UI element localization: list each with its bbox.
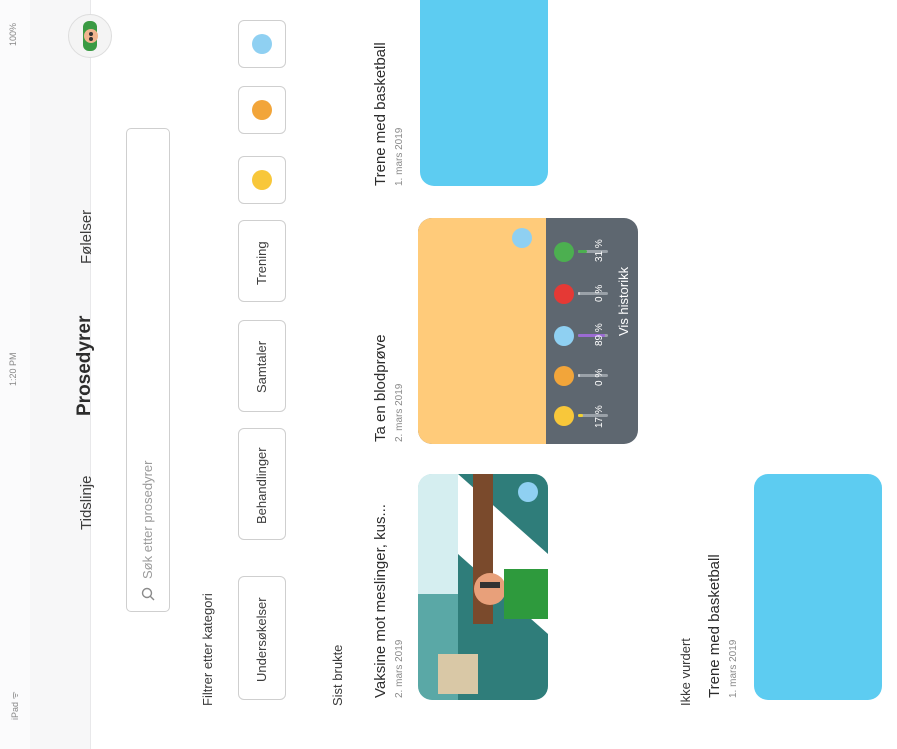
battery-label: 100%: [8, 22, 18, 46]
avatar[interactable]: [68, 14, 112, 58]
card-cover: [418, 218, 546, 444]
scared-face-icon: [512, 228, 532, 248]
app-frame: iPad ᯤ 1:20 PM 100% Tidslinje Prosedyrer…: [0, 0, 897, 749]
search-input[interactable]: Søk etter prosedyrer: [126, 128, 170, 612]
scared-face-icon: [554, 326, 574, 346]
tab-folelser[interactable]: Følelser: [78, 210, 95, 264]
card-date: 2. mars 2019: [394, 383, 405, 442]
tab-prosedyrer[interactable]: Prosedyrer: [74, 316, 96, 416]
clinic-illustration: [418, 474, 548, 700]
procedure-card-blodprove[interactable]: 17 % 0 % 89 % 0 % 31 % Vis historikk: [418, 218, 638, 444]
stat-label: 31 %: [594, 239, 605, 262]
card-date: 1. mars 2019: [728, 639, 739, 698]
scared-face-icon: [518, 482, 538, 502]
emoji-filter-sad[interactable]: [238, 86, 286, 134]
section-unrated-heading: Ikke vurdert: [678, 638, 693, 706]
stat-bar-fill: [578, 414, 583, 417]
scared-face-icon: [252, 34, 272, 54]
time-label: 1:20 PM: [8, 352, 18, 386]
history-link[interactable]: Vis historikk: [616, 267, 631, 336]
angry-face-icon: [554, 284, 574, 304]
sad-face-icon: [252, 100, 272, 120]
chip-undersokelser[interactable]: Undersøkelser: [238, 576, 286, 700]
status-bar: iPad ᯤ 1:20 PM 100%: [0, 0, 30, 749]
device-label: iPad ᯤ: [10, 691, 20, 720]
procedure-card-unrated-basketball[interactable]: [754, 474, 882, 700]
chip-behandlinger[interactable]: Behandlinger: [238, 428, 286, 540]
calm-face-icon: [554, 242, 574, 262]
card-title: Ta en blodprøve: [372, 334, 389, 442]
procedure-card-vaksine[interactable]: [418, 474, 548, 700]
chip-trening[interactable]: Trening: [238, 220, 286, 302]
search-placeholder: Søk etter prosedyrer: [140, 460, 155, 580]
happy-face-icon: [554, 406, 574, 426]
tab-bar: Tidslinje Prosedyrer Følelser: [30, 0, 112, 749]
filter-heading: Filtrer etter kategori: [200, 593, 215, 706]
card-date: 2. mars 2019: [394, 639, 405, 698]
tab-tidslinje[interactable]: Tidslinje: [78, 476, 95, 530]
emoji-filter-scared[interactable]: [238, 20, 286, 68]
stat-label: 89 %: [594, 323, 605, 346]
card-title: Vaksine mot meslinger, kus...: [372, 504, 389, 698]
sad-face-icon: [554, 366, 574, 386]
card-title: Trene med basketball: [706, 554, 723, 698]
search-icon: [141, 587, 155, 601]
procedure-card-basketball[interactable]: [420, 0, 548, 186]
stat-label: 17 %: [594, 405, 605, 428]
avatar-icon: [70, 16, 110, 56]
stat-bar-fill: [578, 374, 580, 377]
stat-bar-fill: [578, 292, 580, 295]
emoji-filter-happy[interactable]: [238, 156, 286, 204]
stat-bar-fill: [578, 250, 587, 253]
card-date: 1. mars 2019: [394, 127, 405, 186]
card-title: Trene med basketball: [372, 42, 389, 186]
happy-face-icon: [252, 170, 272, 190]
stat-label: 0 %: [594, 284, 605, 302]
stat-label: 0 %: [594, 368, 605, 386]
chip-samtaler[interactable]: Samtaler: [238, 320, 286, 412]
section-recent-heading: Sist brukte: [330, 644, 345, 706]
